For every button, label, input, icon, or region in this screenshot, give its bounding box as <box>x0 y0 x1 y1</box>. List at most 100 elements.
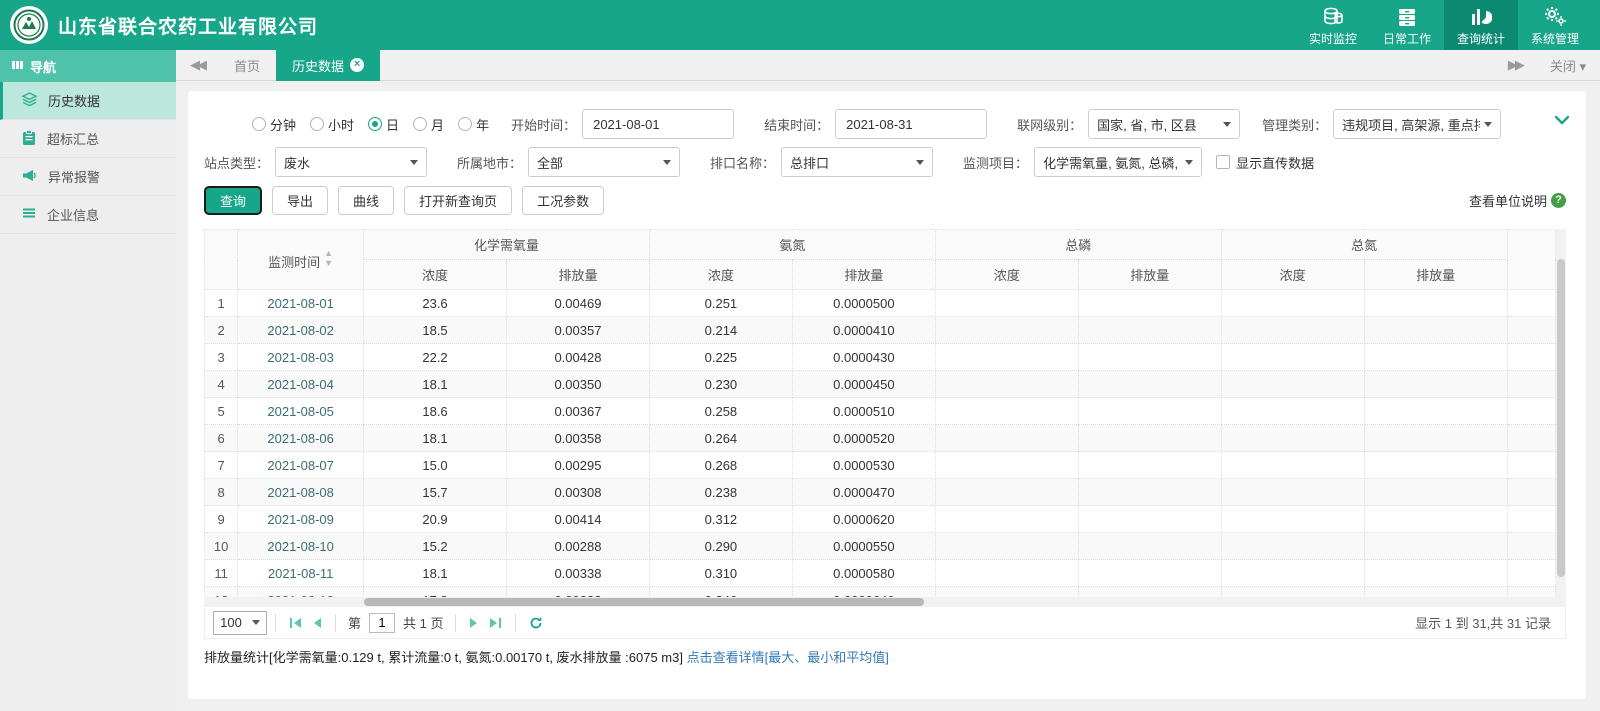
help-icon: ? <box>1551 192 1566 208</box>
radio-icon[interactable] <box>368 117 383 131</box>
period-radio-日[interactable]: 日 <box>368 115 399 134</box>
manage-type-select[interactable]: 违规项目, 高架源, 重点排 <box>1333 109 1502 139</box>
cell-filler <box>1506 316 1557 344</box>
end-time-input[interactable] <box>835 109 988 139</box>
cell-nh_c: 0.230 <box>648 370 793 398</box>
direct-data-checkbox[interactable] <box>1216 155 1231 169</box>
period-radio-分钟[interactable]: 分钟 <box>252 115 296 134</box>
page-suffix: 共 1 页 <box>403 616 444 631</box>
cell-tn_e <box>1363 343 1508 371</box>
export-button[interactable]: 导出 <box>272 185 329 215</box>
collapse-filters-icon[interactable] <box>1554 113 1570 128</box>
cell-tp_e <box>1077 289 1222 317</box>
sub-header-concentration: 浓度 <box>363 259 507 290</box>
divider <box>455 613 457 632</box>
vertical-scrollbar-thumb[interactable] <box>1557 259 1565 577</box>
tab-home[interactable]: 首页 <box>218 50 276 81</box>
new-query-page-button[interactable]: 打开新查询页 <box>404 185 513 215</box>
module-system-admin[interactable]: 系统管理 <box>1518 0 1592 50</box>
module-label: 日常工作 <box>1382 31 1431 46</box>
first-page-button[interactable] <box>284 617 307 629</box>
radio-icon[interactable] <box>310 117 325 131</box>
cell-nh_c: 0.251 <box>648 289 793 317</box>
cell-date: 2021-08-11 <box>237 559 365 587</box>
cell-nh_c: 0.290 <box>648 532 793 560</box>
cell-nh_e: 0.0000520 <box>791 424 936 452</box>
network-level-select[interactable]: 国家, 省, 市, 区县 <box>1088 109 1241 139</box>
cell-tp_e <box>1077 343 1222 371</box>
curve-button[interactable]: 曲线 <box>338 185 395 215</box>
sort-icon[interactable]: ▲ ▼ <box>324 248 333 268</box>
sidebar-item-company-info[interactable]: 企业信息 <box>0 196 176 234</box>
cell-tn_e <box>1363 424 1508 452</box>
monitor-items-select[interactable]: 化学需氧量, 氨氮, 总磷, 总 <box>1034 147 1203 177</box>
period-radio-小时[interactable]: 小时 <box>310 115 354 134</box>
sub-header-emission: 排放量 <box>505 259 650 290</box>
station-type-select[interactable]: 废水 <box>275 147 428 177</box>
record-summary: 显示 1 到 31,共 31 记录 <box>1415 616 1551 631</box>
period-radio-月[interactable]: 月 <box>413 115 444 134</box>
cell-filler <box>1506 478 1557 506</box>
tabs-scroll-left-icon[interactable]: ◀◀ <box>176 57 218 73</box>
city-select[interactable]: 全部 <box>528 147 681 177</box>
sidebar-title: 导航 <box>30 59 57 75</box>
cell-cod_c: 18.1 <box>363 370 507 398</box>
unit-help-link[interactable]: 查看单位说明 ? <box>1469 191 1566 210</box>
group-header-tn: 总氮 <box>1220 229 1508 260</box>
radio-icon[interactable] <box>252 117 266 131</box>
condition-params-button[interactable]: 工况参数 <box>522 185 605 215</box>
table-row: 7 2021-08-07 15.0 0.00295 0.268 0.0000530 <box>204 451 1557 479</box>
cell-tn_e <box>1363 289 1508 317</box>
tab-history-data[interactable]: 历史数据 × <box>276 49 381 81</box>
cell-cod_c: 23.6 <box>363 289 507 317</box>
cell-tn_e <box>1363 532 1508 560</box>
refresh-button[interactable] <box>524 616 548 630</box>
last-page-button[interactable] <box>484 617 507 629</box>
tab-close-icon[interactable]: × <box>350 58 365 72</box>
page-number-input[interactable] <box>369 612 396 633</box>
cell-no: 11 <box>204 559 239 587</box>
sidebar-item-abnormal-alarm[interactable]: 异常报警 <box>0 158 176 196</box>
query-button[interactable]: 查询 <box>204 185 263 215</box>
table-row: 4 2021-08-04 18.1 0.00350 0.230 0.0000450 <box>204 370 1557 398</box>
close-tabs-menu[interactable]: 关闭 ▾ <box>1550 56 1586 75</box>
station-type-label: 站点类型： <box>204 155 270 171</box>
radio-icon[interactable] <box>413 117 428 131</box>
database-icon <box>1322 4 1344 28</box>
cell-tp_e <box>1077 505 1222 533</box>
sidebar-item-history-data[interactable]: 历史数据 <box>0 82 176 120</box>
horizontal-scrollbar-thumb[interactable] <box>364 598 924 606</box>
cell-filler <box>1506 343 1557 371</box>
cell-tp_e <box>1077 451 1222 479</box>
manage-type-label: 管理类别： <box>1262 117 1328 133</box>
cell-nh_e: 0.0000510 <box>791 397 936 425</box>
cell-cod_c: 15.7 <box>363 478 507 506</box>
tabs-scroll-right-icon[interactable]: ▶▶ <box>1494 57 1536 73</box>
time-column-header[interactable]: 监测时间▲ ▼ <box>237 229 365 290</box>
header-modules: 实时监控 日常工作 查询统计 系统管理 <box>1296 0 1592 50</box>
module-realtime-monitor[interactable]: 实时监控 <box>1296 0 1370 50</box>
content-area: 分钟 小时 日 月 年 开始时间： 结束时间： 联网级别： 国家, 省, 市, 区县 管… <box>176 81 1600 711</box>
cell-tn_e <box>1363 559 1508 587</box>
stats-detail-link[interactable]: 点击查看详情[最大、最小和平均值] <box>687 650 889 665</box>
sub-header-emission: 排放量 <box>1363 259 1508 290</box>
module-daily-work[interactable]: 日常工作 <box>1370 0 1444 50</box>
outlet-select[interactable]: 总排口 <box>781 147 934 177</box>
next-page-button[interactable] <box>464 617 484 629</box>
radio-icon[interactable] <box>458 117 473 131</box>
prev-page-button[interactable] <box>307 617 327 629</box>
outlet-label: 排口名称： <box>710 155 776 171</box>
cell-cod_e: 0.00414 <box>505 505 650 533</box>
sidebar-item-label: 历史数据 <box>48 94 101 109</box>
cell-tp_e <box>1077 316 1222 344</box>
sidebar-item-exceed-summary[interactable]: 超标汇总 <box>0 120 176 158</box>
module-query-stats[interactable]: 查询统计 <box>1444 0 1518 50</box>
period-radio-年[interactable]: 年 <box>458 115 489 134</box>
toolbar: 查询 导出 曲线 打开新查询页 工况参数 查看单位说明 ? <box>204 183 1566 217</box>
start-time-input[interactable] <box>582 109 735 139</box>
page-size-select[interactable]: 100 <box>213 610 267 635</box>
brand: 山东省联合农药工业有限公司 <box>0 6 318 44</box>
cell-date: 2021-08-02 <box>237 316 365 344</box>
cell-date: 2021-08-05 <box>237 397 365 425</box>
radio-label: 分钟 <box>270 117 297 133</box>
